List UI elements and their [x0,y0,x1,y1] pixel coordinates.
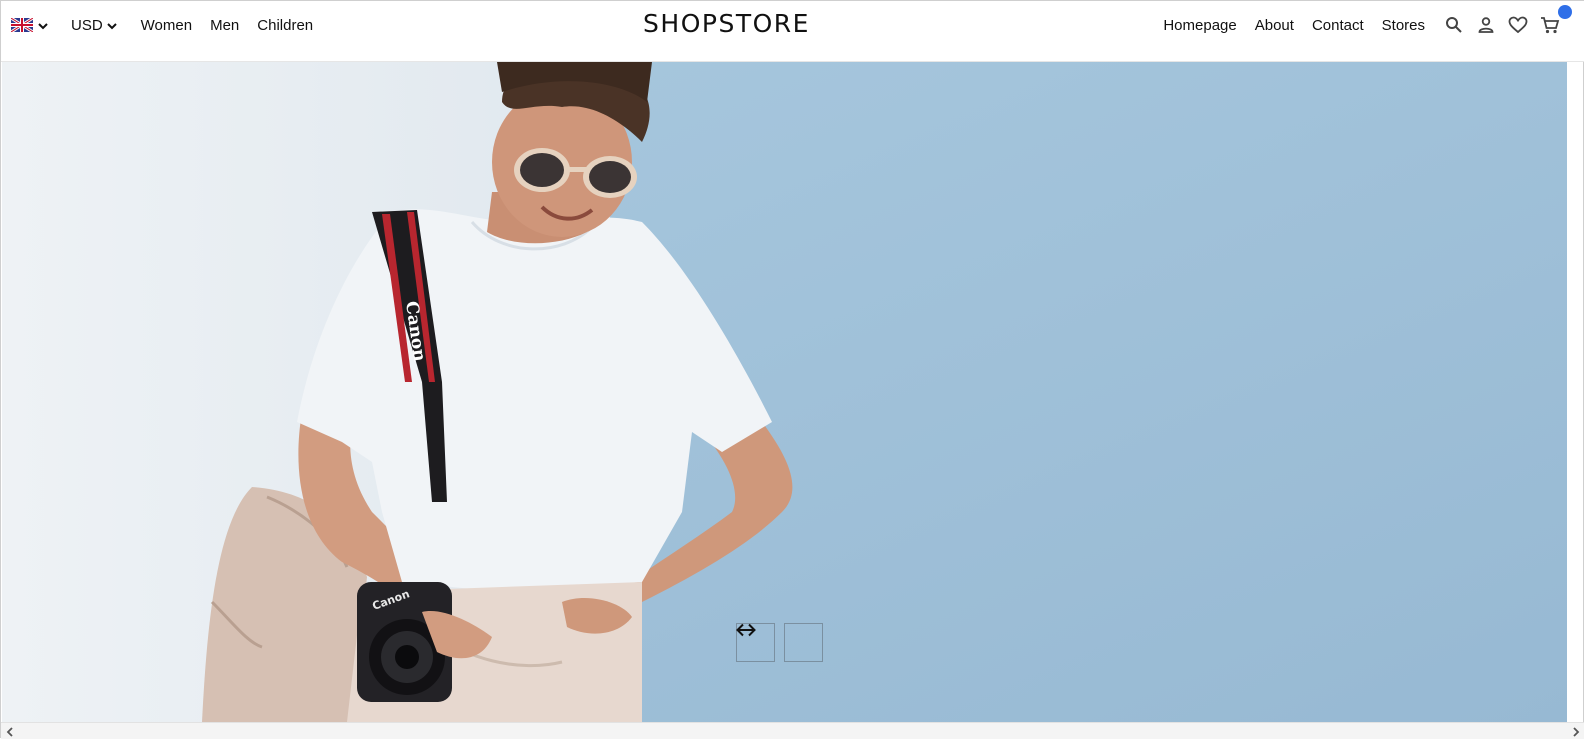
vertical-scrollbar[interactable] [1567,62,1583,722]
slider-controls [736,623,832,662]
search-icon[interactable] [1443,14,1465,36]
user-icon[interactable] [1475,14,1497,36]
nav-right: Homepage About Contact Stores [1145,1,1572,49]
cart-icon[interactable] [1539,5,1572,36]
scrollbar-thumb[interactable] [17,727,1569,735]
browser-viewport: USD Women Men Children SHOPSTORE Homepag… [0,0,1584,739]
hero-banner: Canon Canon [2,62,1568,722]
nav-link-homepage[interactable]: Homepage [1163,17,1236,34]
scroll-left-icon[interactable] [4,725,16,737]
horizontal-scrollbar[interactable] [1,722,1584,739]
nav-link-contact[interactable]: Contact [1312,17,1364,34]
site-header: USD Women Men Children SHOPSTORE Homepag… [1,1,1584,62]
slider-next-button[interactable] [737,623,823,662]
heart-icon[interactable] [1507,14,1529,36]
nav-link-about[interactable]: About [1255,17,1294,34]
nav-link-stores[interactable]: Stores [1382,17,1425,34]
cart-count-badge [1558,5,1572,19]
scroll-right-icon[interactable] [1570,725,1582,737]
